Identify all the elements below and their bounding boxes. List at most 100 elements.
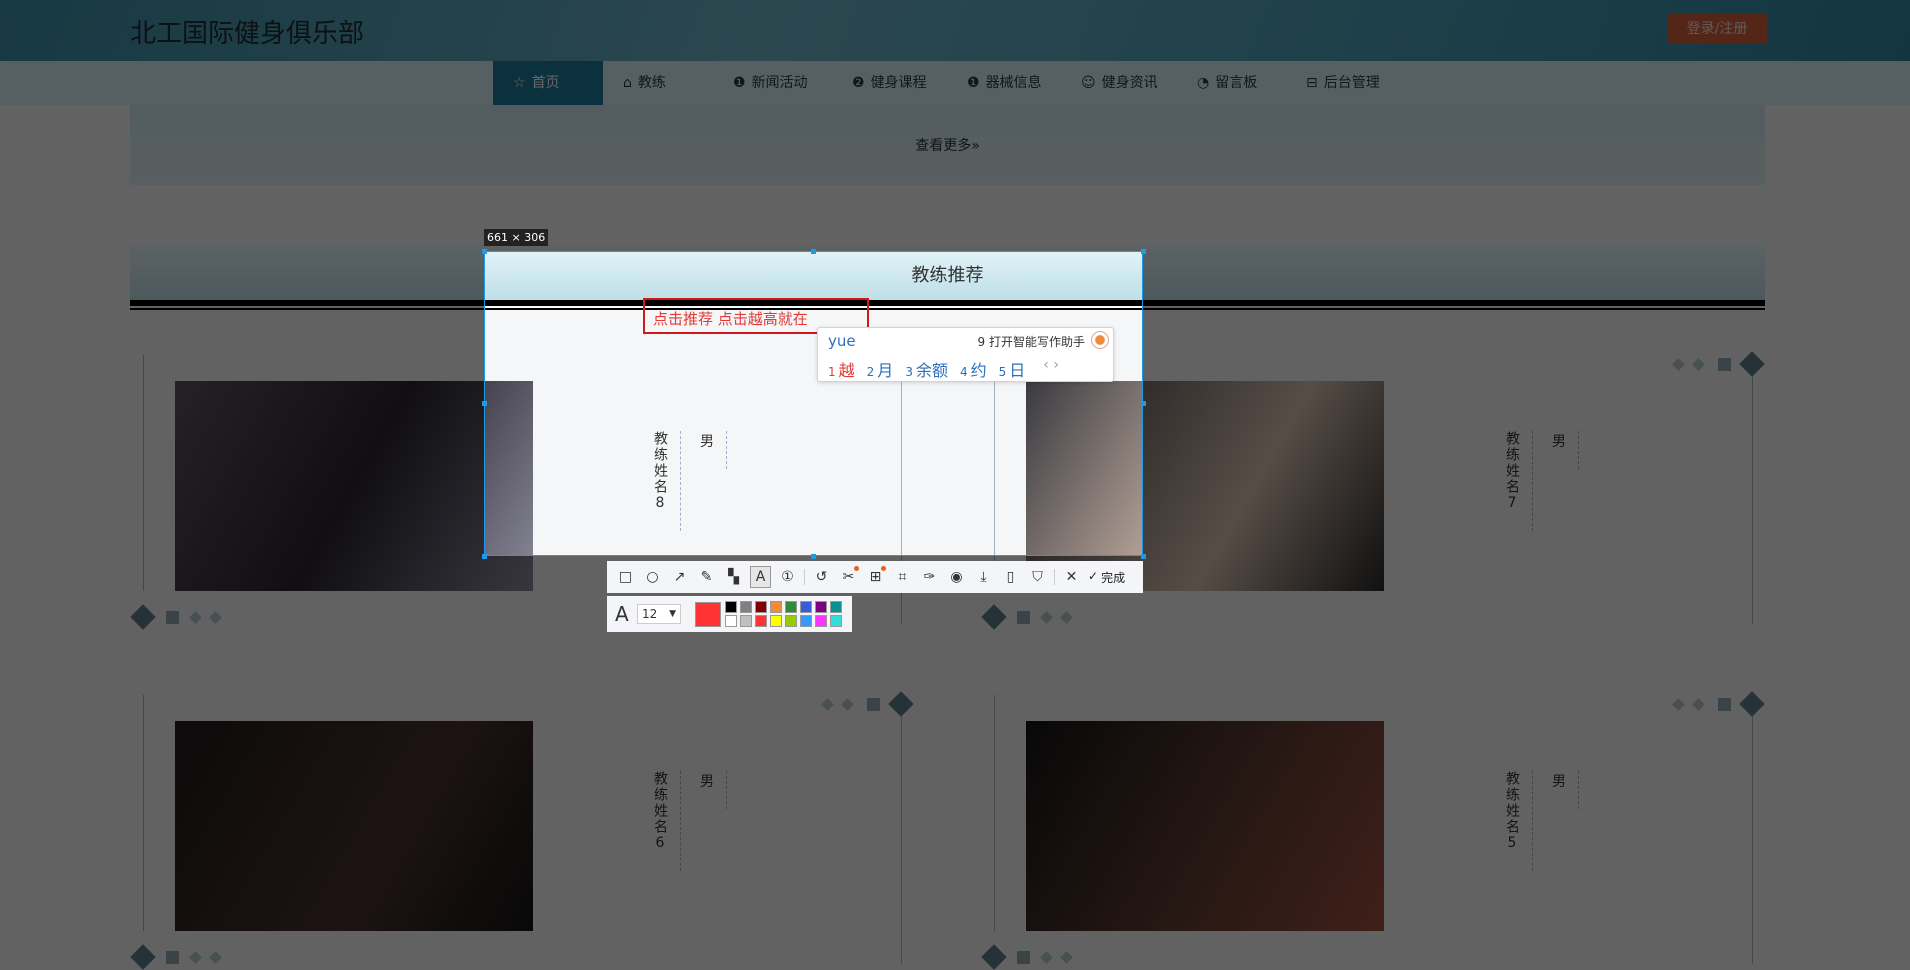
ime-candidate[interactable]: 3 余额 <box>905 357 948 381</box>
nav-item-0[interactable]: ☆ 首页 <box>493 61 603 105</box>
coach-photo[interactable] <box>1026 721 1384 931</box>
color-swatch[interactable] <box>740 601 752 613</box>
smile-icon: ☺ <box>1081 75 1096 91</box>
ime-writing-assistant[interactable]: 9 打开智能写作助手 <box>978 333 1085 350</box>
check-icon: ✓ <box>1088 568 1099 583</box>
font-size-select[interactable]: 12 ▼ <box>637 604 681 624</box>
nav-item-6[interactable]: ◔ 留言板 <box>1197 61 1257 105</box>
color-swatch[interactable] <box>830 601 842 613</box>
diamond-ornament <box>209 951 222 964</box>
color-swatch[interactable] <box>800 601 812 613</box>
section-title: 教练推荐 <box>911 265 984 286</box>
diamond-ornament <box>189 611 202 624</box>
diamond-ornament <box>1060 611 1073 624</box>
diamond-ornament <box>189 951 202 964</box>
divider <box>130 308 1765 310</box>
color-swatch[interactable] <box>815 615 827 627</box>
candidate-text: 余额 <box>915 361 948 380</box>
font-size-value: 12 <box>642 607 658 621</box>
info-icon: ❶ <box>733 75 746 91</box>
pencil-icon[interactable]: ✎ <box>696 566 717 588</box>
undo-icon[interactable]: ↺ <box>811 566 832 588</box>
ime-candidate[interactable]: 4约 <box>960 357 987 381</box>
ocr-icon[interactable]: ⊞ <box>865 566 886 588</box>
color-swatch[interactable] <box>755 601 767 613</box>
coach-name: 教练姓名7 <box>1502 431 1533 531</box>
timeline-line <box>1752 364 1753 624</box>
nav-item-3[interactable]: ❷ 健身课程 <box>852 61 927 105</box>
selection-resize-handle[interactable] <box>1141 249 1146 254</box>
current-color[interactable] <box>695 602 721 627</box>
nav-label: 留言板 <box>1215 75 1258 91</box>
ime-page-arrows[interactable]: ‹ › <box>1043 357 1059 381</box>
color-swatch[interactable] <box>830 615 842 627</box>
ime-candidate[interactable]: 1越 <box>828 357 855 381</box>
chevron-down-icon: ▼ <box>669 609 676 619</box>
diamond-ornament <box>209 611 222 624</box>
selection-resize-handle[interactable] <box>482 554 487 559</box>
mosaic-icon[interactable]: ▚ <box>723 566 744 588</box>
nav-item-5[interactable]: ☺ 健身资讯 <box>1081 61 1158 105</box>
view-more-link[interactable]: 查看更多» <box>130 135 1765 155</box>
record-icon[interactable]: ◉ <box>946 566 967 588</box>
nav-item-4[interactable]: ❶ 器械信息 <box>967 61 1042 105</box>
text-icon[interactable]: A <box>750 566 771 588</box>
arrow-icon[interactable]: ↗ <box>669 566 690 588</box>
color-swatch[interactable] <box>755 615 767 627</box>
new-badge <box>881 566 886 571</box>
number-icon[interactable]: ① <box>777 566 798 588</box>
phone-icon[interactable]: ▯ <box>1000 566 1021 588</box>
selection-resize-handle[interactable] <box>811 249 816 254</box>
ellipse-icon[interactable]: ○ <box>642 566 663 588</box>
ime-candidate[interactable]: 2月 <box>867 357 894 381</box>
coach-gender: 男 <box>700 771 727 809</box>
star-icon: ☆ <box>513 75 526 91</box>
nav-item-2[interactable]: ❶ 新闻活动 <box>733 61 808 105</box>
color-swatch[interactable] <box>725 601 737 613</box>
selection-resize-handle[interactable] <box>1141 554 1146 559</box>
color-swatch[interactable] <box>725 615 737 627</box>
color-swatch[interactable] <box>740 615 752 627</box>
done-button[interactable]: ✓ 完成 <box>1088 569 1125 586</box>
diamond-ornament <box>981 944 1007 970</box>
color-swatch[interactable] <box>785 601 797 613</box>
timeline-line <box>994 695 995 931</box>
selection-resize-handle[interactable] <box>482 401 487 406</box>
selection-resize-handle[interactable] <box>1141 401 1146 406</box>
square-ornament <box>166 951 179 964</box>
nav-item-1[interactable]: ⌂ 教练 <box>623 61 666 105</box>
ime-candidate[interactable]: 5日 <box>999 357 1026 381</box>
coach-photo[interactable] <box>175 381 533 591</box>
nav-label: 健身资讯 <box>1101 75 1158 91</box>
translate-icon[interactable]: ⌗ <box>892 566 913 588</box>
download-icon[interactable]: ⤓ <box>973 566 994 588</box>
color-swatch[interactable] <box>815 601 827 613</box>
candidate-number: 1 <box>828 365 836 379</box>
rectangle-icon[interactable]: □ <box>615 566 636 588</box>
color-swatch[interactable] <box>785 615 797 627</box>
diamond-ornament <box>981 604 1007 630</box>
diamond-ornament <box>1672 358 1685 371</box>
assistant-icon[interactable] <box>1091 331 1109 349</box>
coach-gender: 男 <box>700 431 727 469</box>
color-swatch[interactable] <box>800 615 812 627</box>
cut-icon[interactable]: ✂ <box>838 566 859 588</box>
login-register-button[interactable]: 登录/注册 <box>1667 14 1767 44</box>
coach-photo[interactable] <box>175 721 533 931</box>
bookmark-icon[interactable]: ⛉ <box>1027 566 1048 588</box>
coach-photo[interactable] <box>1026 381 1384 591</box>
bag-icon: ⌂ <box>623 75 632 91</box>
nav-label: 首页 <box>531 75 560 91</box>
color-swatch[interactable] <box>770 601 782 613</box>
question-icon: ❷ <box>852 75 865 91</box>
color-swatch[interactable] <box>770 615 782 627</box>
selection-resize-handle[interactable] <box>811 554 816 559</box>
diamond-ornament <box>1060 951 1073 964</box>
candidate-text: 约 <box>970 361 987 380</box>
nav-item-7[interactable]: ⊟ 后台管理 <box>1306 61 1380 105</box>
close-icon[interactable]: ✕ <box>1061 566 1082 588</box>
selection-resize-handle[interactable] <box>482 249 487 254</box>
nav-label: 教练 <box>637 75 666 91</box>
pin-icon[interactable]: ✑ <box>919 566 940 588</box>
candidate-text: 日 <box>1009 361 1026 380</box>
